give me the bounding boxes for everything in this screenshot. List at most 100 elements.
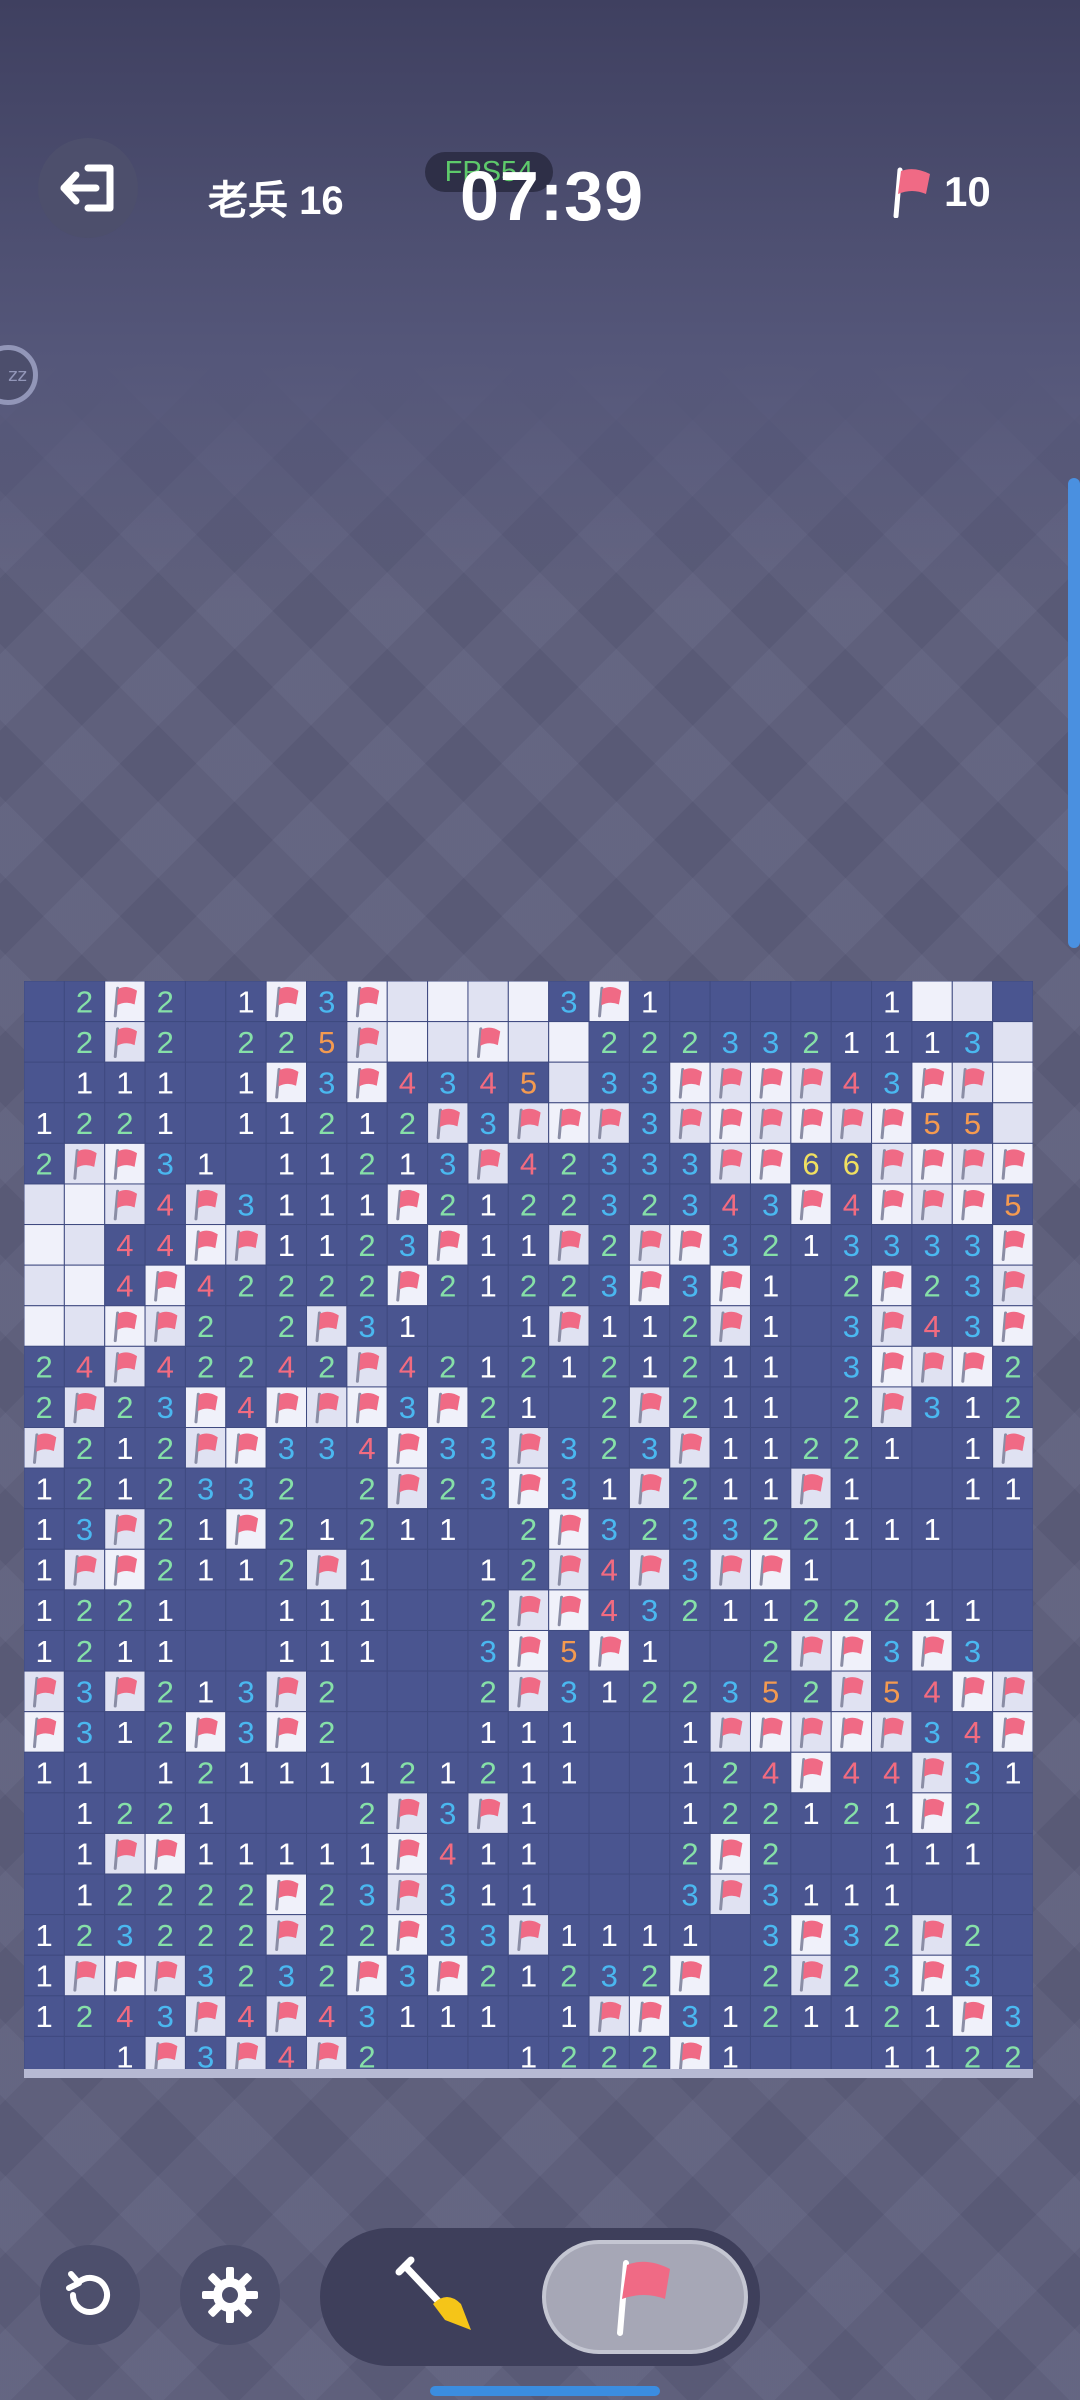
cell[interactable]: 2 — [63, 1589, 106, 1631]
cell[interactable]: 1 — [346, 1629, 388, 1672]
cell[interactable]: 3 — [306, 1427, 348, 1469]
cell[interactable] — [709, 981, 751, 1023]
cell[interactable] — [992, 1305, 1033, 1347]
cell[interactable]: 4 — [709, 1183, 751, 1226]
cell[interactable] — [346, 1345, 388, 1388]
cell[interactable]: 2 — [225, 1954, 267, 1997]
cell[interactable] — [104, 1142, 146, 1185]
cell[interactable] — [790, 1954, 832, 1997]
cell[interactable]: 1 — [306, 1508, 348, 1550]
cell[interactable] — [992, 1264, 1033, 1307]
cell[interactable] — [790, 1305, 832, 1347]
cell[interactable]: 1 — [24, 1995, 65, 2037]
cell[interactable]: 2 — [346, 1508, 388, 1550]
cell[interactable]: 5 — [992, 1183, 1033, 1226]
cell[interactable]: 1 — [830, 1467, 873, 1510]
cell[interactable]: 1 — [911, 1021, 953, 1063]
cell[interactable]: 2 — [184, 1345, 227, 1388]
cell[interactable] — [790, 1467, 832, 1510]
cell[interactable]: 2 — [749, 1832, 792, 1875]
cell[interactable] — [709, 1142, 751, 1185]
cell[interactable]: 3 — [63, 1508, 106, 1550]
cell[interactable] — [386, 1548, 429, 1591]
cell[interactable]: 1 — [911, 1508, 953, 1550]
cell[interactable]: 1 — [386, 1305, 429, 1347]
cell[interactable]: 4 — [63, 1345, 106, 1388]
cell[interactable]: 3 — [628, 1427, 671, 1469]
cell[interactable]: 3 — [628, 1589, 671, 1631]
cell[interactable]: 1 — [951, 1832, 994, 1875]
cell[interactable]: 3 — [871, 1629, 913, 1672]
cell[interactable] — [951, 1183, 994, 1226]
cell[interactable]: 2 — [144, 1427, 186, 1469]
cell[interactable] — [24, 1021, 65, 1063]
cell[interactable] — [548, 1548, 590, 1591]
cell[interactable] — [104, 1508, 146, 1550]
cell[interactable]: 1 — [225, 1751, 267, 1794]
cell[interactable] — [386, 981, 429, 1023]
cell[interactable] — [830, 1670, 873, 1713]
cell[interactable] — [628, 1386, 671, 1429]
cell[interactable]: 2 — [63, 1021, 106, 1063]
cell[interactable]: 3 — [548, 1427, 590, 1469]
cell[interactable] — [951, 1508, 994, 1550]
cell[interactable] — [911, 1467, 953, 1510]
cell[interactable] — [265, 1914, 308, 1956]
cell[interactable] — [871, 1305, 913, 1347]
cell[interactable]: 1 — [225, 1832, 267, 1875]
cell[interactable] — [306, 1467, 348, 1510]
cell[interactable] — [24, 1305, 65, 1347]
cell[interactable]: 2 — [386, 1102, 429, 1144]
cell[interactable] — [830, 1102, 873, 1144]
cell[interactable]: 1 — [24, 1467, 65, 1510]
cell[interactable] — [24, 1711, 65, 1753]
cell[interactable]: 2 — [588, 1345, 630, 1388]
cell[interactable]: 1 — [24, 1589, 65, 1631]
cell[interactable]: 1 — [346, 1102, 388, 1144]
cell[interactable]: 3 — [427, 1142, 469, 1185]
cell[interactable]: 1 — [871, 1832, 913, 1875]
cell[interactable] — [467, 1021, 509, 1063]
cell[interactable]: 3 — [104, 1914, 146, 1956]
cell[interactable] — [951, 1345, 994, 1388]
board-grid[interactable]: 2 2 1 3 3 1 12 2 2 2 5 2 2 2 3 3 2 1 1 1 31 1 1 1 3 4 3 4 5 3 3 4 31 2 2 1 1… — [24, 981, 1033, 2077]
cell[interactable]: 1 — [184, 1548, 227, 1591]
cell[interactable]: 1 — [184, 1508, 227, 1550]
cell[interactable] — [992, 1142, 1033, 1185]
cell[interactable]: 6 — [830, 1142, 873, 1185]
cell[interactable] — [386, 1467, 429, 1510]
cell[interactable] — [911, 1345, 953, 1388]
cell[interactable]: 1 — [346, 1183, 388, 1226]
cell[interactable] — [548, 1305, 590, 1347]
cell[interactable]: 3 — [467, 1629, 509, 1672]
cell[interactable]: 5 — [871, 1670, 913, 1713]
cell[interactable] — [830, 981, 873, 1023]
cell[interactable]: 2 — [346, 1914, 388, 1956]
cell[interactable]: 2 — [63, 1427, 106, 1469]
cell[interactable]: 2 — [749, 1508, 792, 1550]
scrollbar[interactable] — [1068, 478, 1080, 948]
cell[interactable] — [104, 1751, 146, 1794]
cell[interactable]: 4 — [386, 1061, 429, 1104]
cell[interactable] — [467, 1142, 509, 1185]
cell[interactable]: 4 — [386, 1345, 429, 1388]
cell[interactable]: 3 — [225, 1467, 267, 1510]
cell[interactable] — [24, 1873, 65, 1916]
cell[interactable]: 1 — [951, 1467, 994, 1510]
cell[interactable] — [548, 1873, 590, 1916]
cell[interactable]: 2 — [144, 1548, 186, 1591]
cell[interactable]: 1 — [265, 1142, 308, 1185]
cell[interactable] — [951, 1548, 994, 1591]
cell[interactable]: 2 — [265, 1508, 308, 1550]
cell[interactable] — [951, 1873, 994, 1916]
cell[interactable] — [749, 1142, 792, 1185]
cell[interactable] — [588, 1102, 630, 1144]
cell[interactable]: 1 — [265, 1102, 308, 1144]
cell[interactable]: 3 — [951, 1751, 994, 1794]
cell[interactable]: 2 — [790, 1021, 832, 1063]
cell[interactable] — [225, 1224, 267, 1266]
cell[interactable]: 2 — [467, 1589, 509, 1631]
cell[interactable]: 1 — [548, 1345, 590, 1388]
cell[interactable]: 1 — [709, 1386, 751, 1429]
cell[interactable] — [104, 1183, 146, 1226]
